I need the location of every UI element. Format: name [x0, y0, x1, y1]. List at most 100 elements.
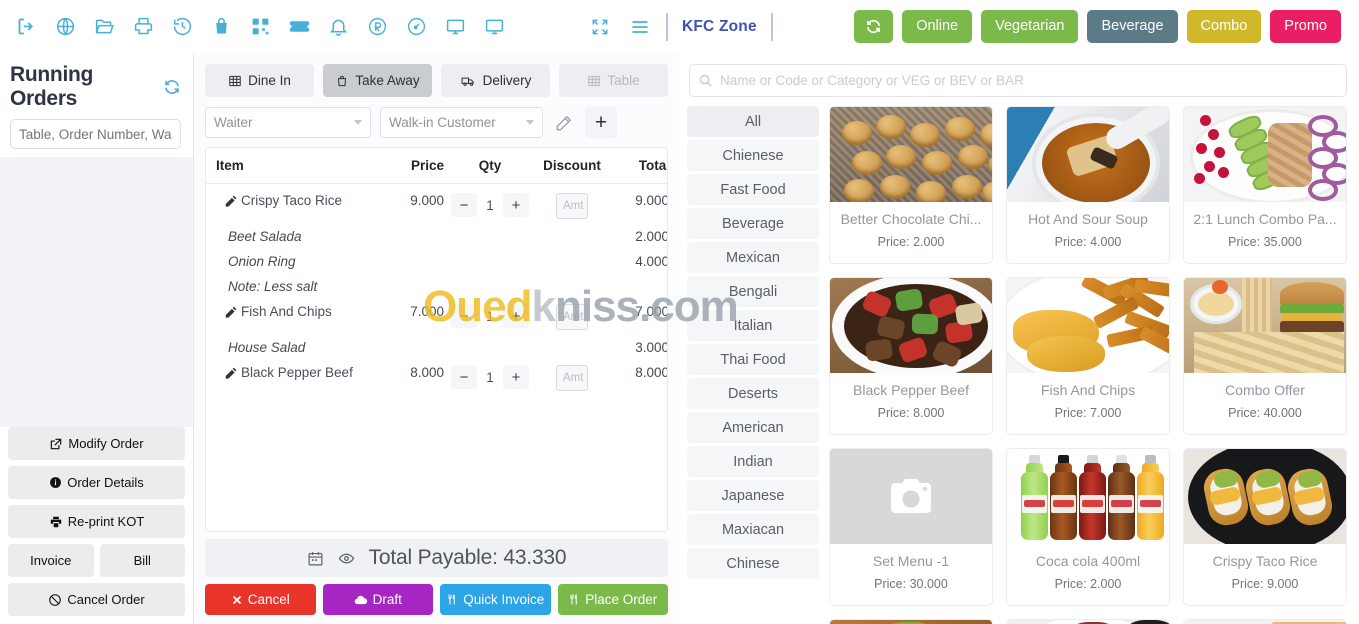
- add-customer-button[interactable]: +: [585, 107, 617, 138]
- logout-icon[interactable]: [14, 15, 38, 39]
- category-item-american[interactable]: American: [687, 412, 819, 443]
- product-card[interactable]: Coca cola 400ml Price: 2.000: [1006, 448, 1170, 606]
- brand-divider-left: [666, 12, 668, 41]
- folder-open-icon[interactable]: [92, 15, 116, 39]
- tab-table[interactable]: Table: [559, 64, 668, 97]
- product-price: Price: 8.000: [877, 406, 945, 420]
- product-thumbnail: [1184, 449, 1346, 544]
- waiter-select[interactable]: Waiter: [205, 107, 371, 138]
- product-card[interactable]: Set Menu -1 Price: 30.000: [829, 448, 993, 606]
- bill-button[interactable]: Bill: [99, 544, 185, 577]
- dashboard-icon[interactable]: [404, 15, 428, 39]
- item-name[interactable]: Black Pepper Beef: [216, 365, 377, 380]
- running-orders-search-input[interactable]: [10, 119, 181, 149]
- online-button[interactable]: Online: [902, 10, 973, 43]
- category-item-maxiacan[interactable]: Maxiacan: [687, 514, 819, 545]
- category-item-beverage[interactable]: Beverage: [687, 208, 819, 239]
- product-thumbnail: [830, 278, 992, 373]
- decrease-qty-button[interactable]: −: [451, 365, 477, 389]
- decrease-qty-button[interactable]: −: [451, 304, 477, 328]
- monitor-icon[interactable]: [443, 15, 467, 39]
- menu-search-input[interactable]: [689, 64, 1347, 97]
- refresh-orders-icon[interactable]: [163, 78, 181, 96]
- item-name[interactable]: Crispy Taco Rice: [216, 193, 377, 208]
- cancel-order-button[interactable]: Cancel Order: [8, 583, 185, 616]
- discount-amount-button[interactable]: Amt: [556, 365, 588, 391]
- display-icon[interactable]: [482, 15, 506, 39]
- increase-qty-button[interactable]: +: [503, 304, 529, 328]
- tab-take-away[interactable]: Take Away: [323, 64, 432, 97]
- increase-qty-button[interactable]: +: [503, 365, 529, 389]
- cloud-icon: [354, 595, 367, 604]
- product-price: Price: 30.000: [874, 577, 948, 591]
- item-name[interactable]: Fish And Chips: [216, 304, 377, 319]
- promo-button[interactable]: Promo: [1270, 10, 1341, 43]
- cancel-button[interactable]: Cancel: [205, 584, 316, 615]
- tab-delivery-label: Delivery: [482, 73, 532, 88]
- product-card[interactable]: [1183, 619, 1347, 624]
- sidebar-action-group: Modify Order Order Details Re-print KOT …: [0, 427, 193, 624]
- product-card[interactable]: [829, 619, 993, 624]
- qrcode-icon[interactable]: [248, 15, 272, 39]
- product-price: Price: 9.000: [1231, 577, 1299, 591]
- customer-select[interactable]: Walk-in Customer: [380, 107, 543, 138]
- invoice-button[interactable]: Invoice: [8, 544, 94, 577]
- discount-amount-button[interactable]: Amt: [556, 193, 588, 219]
- draft-button[interactable]: Draft: [322, 584, 433, 615]
- ticket-icon[interactable]: [287, 15, 311, 39]
- product-card[interactable]: Fish And Chips Price: 7.000: [1006, 277, 1170, 435]
- bag-icon[interactable]: [209, 15, 233, 39]
- product-card[interactable]: Crispy Taco Rice Price: 9.000: [1183, 448, 1347, 606]
- bell-icon[interactable]: [326, 15, 350, 39]
- fullscreen-icon[interactable]: [588, 15, 612, 39]
- quick-invoice-button-label: Quick Invoice: [463, 592, 545, 607]
- product-card[interactable]: Better Chocolate Chi... Price: 2.000: [829, 106, 993, 264]
- sidebar-header: Running Orders: [0, 53, 193, 115]
- increase-qty-button[interactable]: +: [503, 193, 529, 217]
- product-thumbnail: [830, 107, 992, 202]
- category-item-fast-food[interactable]: Fast Food: [687, 174, 819, 205]
- product-card[interactable]: [1006, 619, 1170, 624]
- category-item-mexican[interactable]: Mexican: [687, 242, 819, 273]
- top-toolbar: KFC Zone Online Vegetarian Beverage Comb…: [0, 0, 1359, 53]
- product-card[interactable]: 2:1 Lunch Combo Pa... Price: 35.000: [1183, 106, 1347, 264]
- category-item-deserts[interactable]: Deserts: [687, 378, 819, 409]
- reprint-kot-button[interactable]: Re-print KOT: [8, 505, 185, 538]
- item-name-text: Black Pepper Beef: [241, 365, 353, 380]
- combo-button[interactable]: Combo: [1186, 10, 1262, 43]
- history-icon[interactable]: [170, 15, 194, 39]
- product-card[interactable]: Combo Offer Price: 40.000: [1183, 277, 1347, 435]
- tab-delivery[interactable]: Delivery: [441, 64, 550, 97]
- place-order-button[interactable]: Place Order: [557, 584, 668, 615]
- quick-invoice-button[interactable]: Quick Invoice: [440, 584, 551, 615]
- category-item-japanese[interactable]: Japanese: [687, 480, 819, 511]
- menu-bars-icon[interactable]: [628, 15, 652, 39]
- category-item-chinese[interactable]: Chinese: [687, 548, 819, 579]
- order-footer-buttons: Cancel Draft Quick Invoice Place Order: [201, 577, 672, 624]
- tab-dine-in[interactable]: Dine In: [205, 64, 314, 97]
- refresh-button[interactable]: [854, 10, 894, 43]
- category-item-all[interactable]: All: [687, 106, 819, 137]
- globe-icon[interactable]: [53, 15, 77, 39]
- beverage-button[interactable]: Beverage: [1087, 10, 1178, 43]
- category-item-thai-food[interactable]: Thai Food: [687, 344, 819, 375]
- modify-order-button[interactable]: Modify Order: [8, 427, 185, 460]
- registered-icon[interactable]: [365, 15, 389, 39]
- x-icon: [232, 595, 241, 604]
- calendar-icon[interactable]: [307, 550, 324, 567]
- decrease-qty-button[interactable]: −: [451, 193, 477, 217]
- eye-icon[interactable]: [337, 550, 356, 567]
- edit-customer-icon[interactable]: [552, 111, 576, 135]
- order-item-row: Black Pepper Beef8.000−1+Amt8.000✕: [206, 356, 667, 392]
- product-card[interactable]: Hot And Sour Soup Price: 4.000: [1006, 106, 1170, 264]
- customer-select-value: Walk-in Customer: [389, 115, 496, 130]
- vegetarian-button[interactable]: Vegetarian: [981, 10, 1079, 43]
- discount-amount-button[interactable]: Amt: [556, 304, 588, 330]
- order-details-button[interactable]: Order Details: [8, 466, 185, 499]
- category-item-chienese[interactable]: Chienese: [687, 140, 819, 171]
- category-item-bengali[interactable]: Bengali: [687, 276, 819, 307]
- printer-icon[interactable]: [131, 15, 155, 39]
- product-card[interactable]: Black Pepper Beef Price: 8.000: [829, 277, 993, 435]
- category-item-indian[interactable]: Indian: [687, 446, 819, 477]
- category-item-italian[interactable]: Italian: [687, 310, 819, 341]
